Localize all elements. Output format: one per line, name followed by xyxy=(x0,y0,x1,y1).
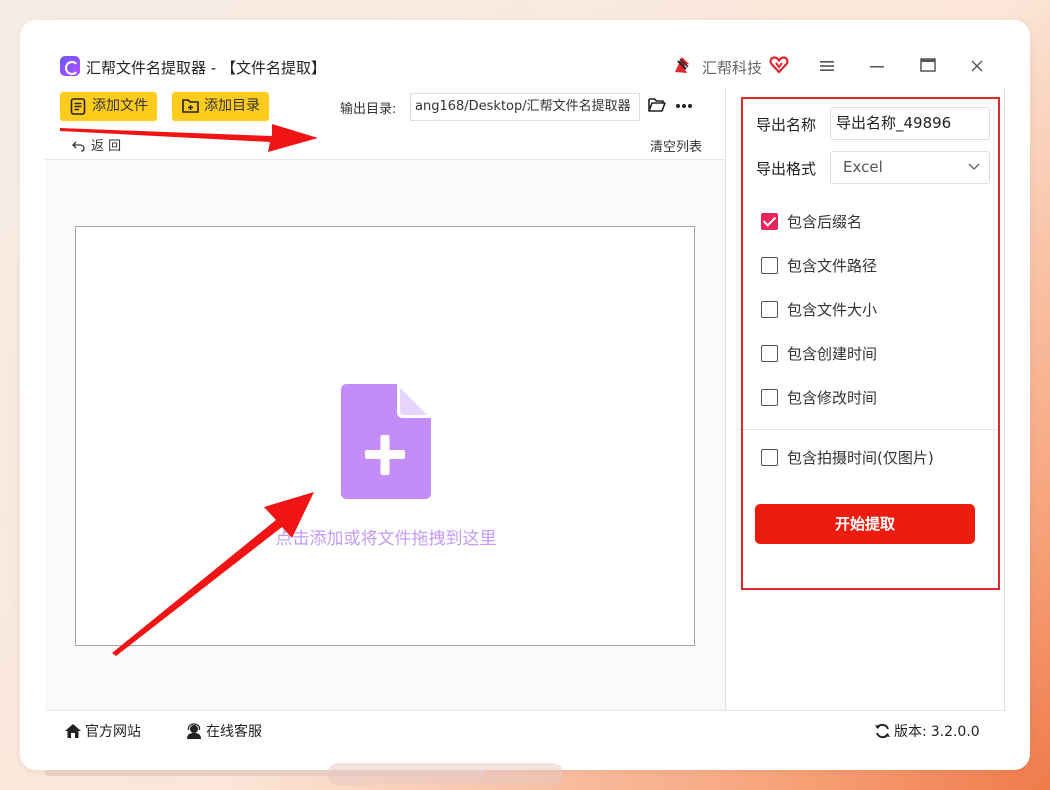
more-options-icon[interactable] xyxy=(675,101,693,111)
file-list-icon xyxy=(70,98,86,115)
output-dir-value: ang168/Desktop/汇帮文件名提取器 xyxy=(415,99,631,114)
maximize-icon[interactable] xyxy=(913,53,943,81)
drop-zone[interactable]: 点击添加或将文件拖拽到这里 xyxy=(75,226,695,646)
support-agent-icon xyxy=(187,723,201,739)
minimize-icon[interactable] xyxy=(862,53,892,81)
official-website-label: 官方网站 xyxy=(85,724,141,740)
status-bar: 官方网站 在线客服 版本: 3.2.0.0 xyxy=(45,710,1005,745)
drop-zone-hint: 点击添加或将文件拖拽到这里 xyxy=(275,529,497,549)
clear-list-button[interactable]: 清空列表 xyxy=(650,136,702,155)
online-support-label: 在线客服 xyxy=(206,724,262,740)
folder-open-icon[interactable] xyxy=(648,97,666,113)
close-icon[interactable] xyxy=(962,53,992,81)
undo-label: 返 回 xyxy=(91,139,122,154)
version-info[interactable]: 版本: 3.2.0.0 xyxy=(874,721,980,741)
add-directory-label: 添加目录 xyxy=(204,98,260,114)
brand-logo-icon xyxy=(675,57,689,73)
undo-icon xyxy=(72,141,85,152)
menu-icon[interactable] xyxy=(812,53,842,81)
app-logo-icon xyxy=(60,56,80,76)
output-dir-label: 输出目录: xyxy=(340,102,397,117)
undo-button[interactable]: 返 回 xyxy=(72,135,121,154)
file-add-icon xyxy=(341,384,431,499)
add-file-button[interactable]: 添加文件 xyxy=(60,92,157,121)
official-website-link[interactable]: 官方网站 xyxy=(64,721,141,741)
online-support-link[interactable]: 在线客服 xyxy=(185,721,262,741)
scrollbar-thumb[interactable] xyxy=(328,763,563,785)
brand-heart-icon[interactable] xyxy=(769,55,789,75)
folder-add-icon xyxy=(182,99,199,113)
app-window: 汇帮文件名提取器 - 【文件名提取】 汇帮科技 添加文件 添加目录 输出目录: … xyxy=(45,45,1005,745)
version-label: 版本: xyxy=(894,724,927,740)
add-file-label: 添加文件 xyxy=(92,98,148,114)
version-value: 3.2.0.0 xyxy=(930,724,980,740)
title-bar: 汇帮文件名提取器 - 【文件名提取】 汇帮科技 xyxy=(45,45,1005,88)
brand-name: 汇帮科技 xyxy=(702,59,763,77)
annotation-highlight-box xyxy=(741,97,1000,590)
add-directory-button[interactable]: 添加目录 xyxy=(172,92,269,121)
output-dir-input[interactable]: ang168/Desktop/汇帮文件名提取器 xyxy=(410,93,640,121)
home-icon xyxy=(65,724,81,738)
window-title: 汇帮文件名提取器 - 【文件名提取】 xyxy=(86,59,326,77)
refresh-icon xyxy=(875,723,890,739)
